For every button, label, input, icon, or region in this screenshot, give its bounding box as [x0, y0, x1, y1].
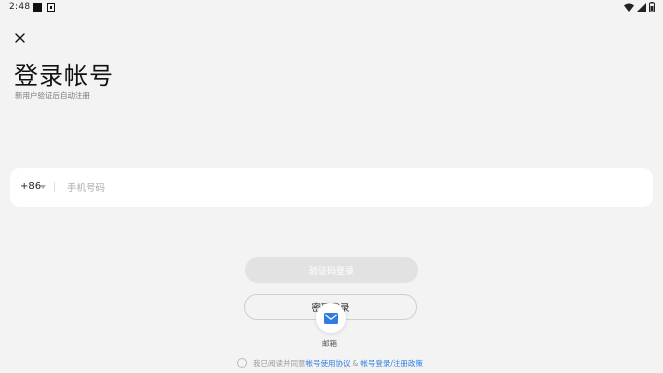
agreement-row: 我已阅读并同意 帐号使用协议 & 帐号登录/注册政策	[237, 356, 423, 370]
account-agreement-link[interactable]: 帐号使用协议	[306, 358, 351, 369]
close-icon[interactable]	[12, 30, 28, 46]
country-code-selector[interactable]: +86	[20, 181, 41, 192]
status-time: 2:48	[9, 2, 31, 12]
battery-icon	[649, 2, 655, 12]
status-right-icons	[624, 2, 655, 12]
wifi-icon	[624, 3, 634, 12]
code-login-button[interactable]: 验证码登录	[245, 257, 418, 283]
agreement-checkbox[interactable]	[237, 358, 247, 368]
phone-input-row: +86	[10, 168, 653, 207]
status-bar: 2:48	[0, 0, 663, 16]
phone-input[interactable]	[65, 176, 629, 200]
login-policy-link[interactable]: 帐号登录/注册政策	[360, 358, 423, 369]
chevron-down-icon[interactable]	[40, 185, 46, 189]
email-login-button[interactable]	[316, 303, 346, 333]
email-label: 邮箱	[322, 339, 337, 348]
square-icon	[33, 3, 42, 12]
agreement-prefix: 我已阅读并同意	[253, 358, 306, 368]
page-title: 登录帐号	[14, 62, 114, 90]
page-subtitle: 新用户验证后自动注册	[15, 91, 90, 100]
photo-icon	[47, 3, 55, 12]
agreement-separator: &	[352, 358, 359, 368]
signal-icon	[637, 2, 646, 12]
mail-icon	[324, 312, 338, 324]
divider	[54, 182, 55, 192]
